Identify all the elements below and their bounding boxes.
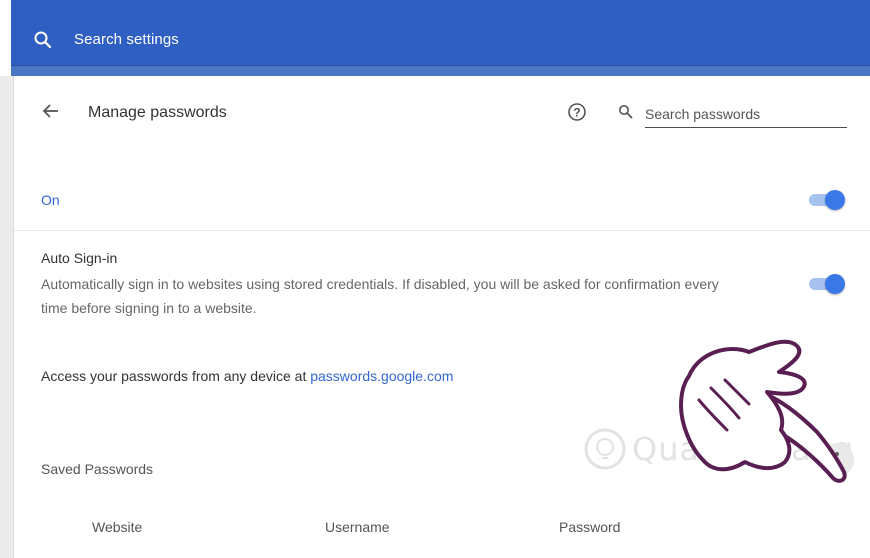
search-icon[interactable]: [33, 30, 53, 50]
page-title: Manage passwords: [88, 104, 227, 121]
lightbulb-logo-icon: [584, 428, 626, 470]
left-sidebar-edge: [0, 76, 14, 558]
more-vert-icon[interactable]: [820, 443, 854, 477]
svg-text:?: ?: [573, 106, 580, 120]
search-passwords-input[interactable]: [645, 100, 847, 128]
auto-signin-title: Auto Sign-in: [41, 250, 118, 266]
search-icon: [619, 105, 633, 119]
divider: [14, 230, 870, 231]
access-passwords-label: Access your passwords from any device at: [41, 368, 311, 384]
arrow-back-icon[interactable]: [42, 102, 60, 120]
column-header-website[interactable]: Website: [92, 519, 142, 535]
watermark: Quantrimang: [580, 424, 853, 474]
help-circle-icon[interactable]: ?: [567, 102, 587, 122]
manage-passwords-card: Manage passwords ? On Auto Sign-in Autom…: [14, 76, 870, 558]
auto-signin-toggle[interactable]: [807, 273, 847, 294]
toggle-knob: [825, 190, 845, 210]
password-saving-toggle[interactable]: [807, 189, 847, 210]
search-settings-input[interactable]: Search settings: [74, 31, 179, 48]
saved-passwords-title: Saved Passwords: [41, 461, 154, 477]
password-saving-status: On: [41, 192, 60, 208]
toggle-knob: [825, 274, 845, 294]
column-header-password[interactable]: Password: [559, 519, 620, 535]
column-header-username[interactable]: Username: [325, 519, 390, 535]
settings-search-bar[interactable]: Search settings: [11, 0, 870, 66]
passwords-google-link[interactable]: passwords.google.com: [310, 368, 453, 384]
access-passwords-text: Access your passwords from any device at…: [41, 368, 453, 384]
settings-header: Search settings: [11, 0, 870, 76]
auto-signin-description: Automatically sign in to websites using …: [41, 276, 719, 316]
